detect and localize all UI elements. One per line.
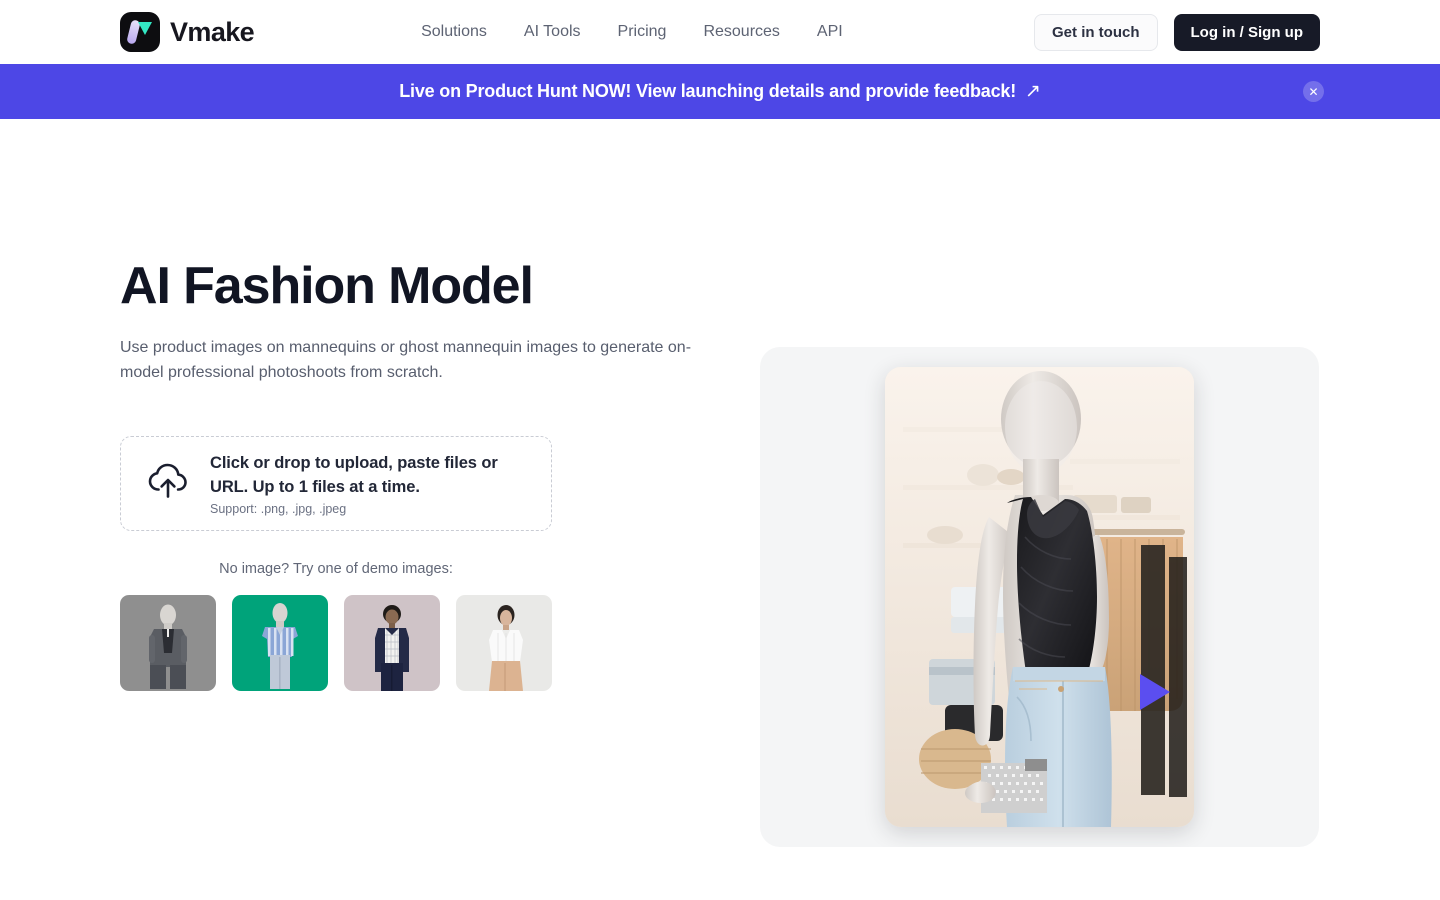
main-content: AI Fashion Model Use product images on m… [0, 119, 1440, 900]
play-cursor-icon [1140, 674, 1170, 710]
nav-item-api[interactable]: API [817, 23, 880, 41]
logo-wordmark: Vmake [170, 16, 255, 47]
hero-image-card [885, 367, 1194, 827]
vmake-logo-icon [120, 12, 160, 52]
promo-banner: Live on Product Hunt NOW! View launching… [0, 64, 1440, 119]
upload-main-text: Click or drop to upload, paste files or … [210, 454, 498, 496]
nav-item-solutions[interactable]: Solutions [421, 23, 524, 41]
nav-item-resources[interactable]: Resources [703, 23, 816, 41]
close-icon[interactable]: ✕ [1303, 81, 1324, 102]
logo-triangle-shape [138, 22, 152, 35]
upload-dropzone[interactable]: Click or drop to upload, paste files or … [120, 436, 552, 531]
site-header: Vmake Solutions AI Tools Pricing Resourc… [0, 0, 1440, 64]
cloud-upload-icon [147, 461, 189, 506]
demo-navy-jacket-model[interactable] [344, 595, 440, 691]
promo-banner-text: Live on Product Hunt NOW! View launching… [399, 81, 1016, 101]
header-actions: Get in touch Log in / Sign up [1034, 13, 1320, 51]
nav-item-pricing[interactable]: Pricing [618, 23, 704, 41]
main-nav: Solutions AI Tools Pricing Resources API [421, 23, 880, 41]
page-subtitle: Use product images on mannequins or ghos… [120, 339, 692, 381]
hero-preview-panel [760, 347, 1319, 847]
page-title: AI Fashion Model [120, 257, 534, 315]
external-link-arrow-icon: ↗ [1025, 81, 1041, 102]
get-in-touch-button[interactable]: Get in touch [1034, 13, 1158, 51]
demo-teal-striped-shirt-mannequin[interactable] [232, 595, 328, 691]
demo-images-label: No image? Try one of demo images: [219, 561, 453, 577]
upload-support-text: Support: .png, .jpg, .jpeg [210, 502, 347, 516]
demo-thumbnail-list [120, 595, 720, 691]
hero-left-column: AI Fashion Model Use product images on m… [120, 256, 720, 691]
login-signup-button[interactable]: Log in / Sign up [1173, 13, 1320, 51]
demo-gray-suit-mannequin[interactable] [120, 595, 216, 691]
demo-white-blouse-tan-skirt-model[interactable] [456, 595, 552, 691]
nav-item-ai-tools[interactable]: AI Tools [524, 23, 618, 41]
promo-banner-link[interactable]: Live on Product Hunt NOW! View launching… [399, 81, 1041, 102]
upload-text-group: Click or drop to upload, paste files or … [210, 451, 502, 516]
logo[interactable]: Vmake [120, 12, 255, 52]
